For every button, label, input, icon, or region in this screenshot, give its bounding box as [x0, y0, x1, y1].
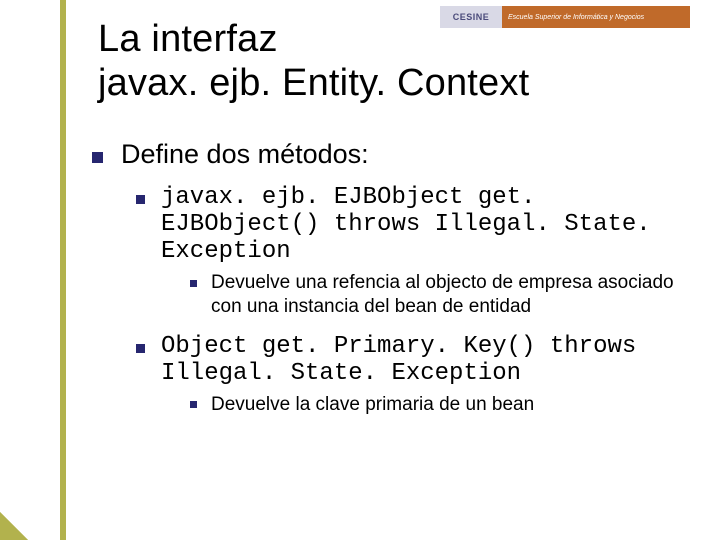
method-desc-2: Devuelve la clave primaria de un bean	[211, 393, 680, 417]
accent-bar	[60, 0, 66, 540]
bullet-icon	[136, 344, 145, 353]
bullet-icon	[136, 195, 145, 204]
method-signature-1: javax. ejb. EJBObject get. EJBObject() t…	[161, 184, 680, 265]
corner-decoration	[0, 512, 28, 540]
slide-title: La interfaz javax. ejb. Entity. Context	[98, 18, 680, 105]
title-line-2: javax. ejb. Entity. Context	[98, 62, 529, 104]
slide: CESINE Escuela Superior de Informática y…	[0, 0, 720, 540]
bullet-level-2: javax. ejb. EJBObject get. EJBObject() t…	[136, 184, 680, 265]
title-line-1: La interfaz	[98, 18, 278, 60]
logo-brand: CESINE	[440, 6, 502, 28]
bullet-icon	[190, 280, 197, 287]
content: Define dos métodos: javax. ejb. EJBObjec…	[92, 139, 680, 416]
bullet-icon	[92, 152, 103, 163]
logo: CESINE Escuela Superior de Informática y…	[440, 6, 690, 28]
bullet-level-1: Define dos métodos:	[92, 139, 680, 170]
bullet-level-3: Devuelve la clave primaria de un bean	[190, 393, 680, 417]
bullet-icon	[190, 401, 197, 408]
method-signature-2: Object get. Primary. Key() throws Illega…	[161, 333, 680, 387]
bullet-level-2: Object get. Primary. Key() throws Illega…	[136, 333, 680, 387]
bullet-text: Define dos métodos:	[121, 139, 680, 170]
method-desc-1: Devuelve una refencia al objecto de empr…	[211, 271, 680, 319]
logo-tagline: Escuela Superior de Informática y Negoci…	[502, 6, 690, 28]
bullet-level-3: Devuelve una refencia al objecto de empr…	[190, 271, 680, 319]
